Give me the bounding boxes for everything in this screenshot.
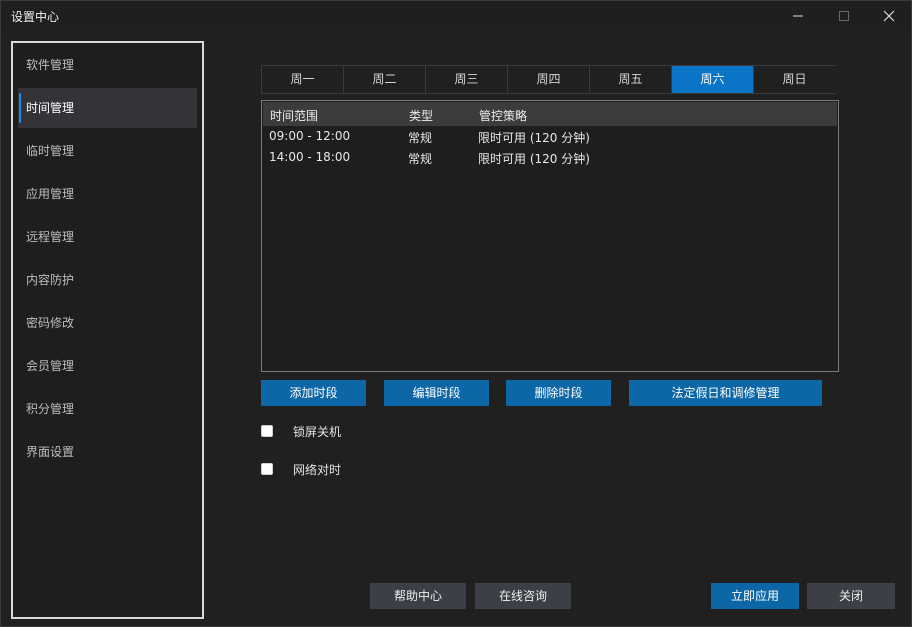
cell-time-range: 14:00 - 18:00 (269, 150, 351, 164)
online-consult-button[interactable]: 在线咨询 (475, 583, 571, 609)
lock-shutdown-option[interactable]: 锁屏关机 (261, 423, 341, 439)
add-slot-button[interactable]: 添加时段 (261, 380, 366, 406)
network-time-checkbox[interactable] (261, 463, 273, 475)
tab-tuesday[interactable]: 周二 (343, 66, 425, 93)
table-row[interactable]: 09:00 - 12:00 常规 限时可用 (120 分钟) (262, 126, 838, 147)
sidebar-item-label: 应用管理 (26, 187, 75, 201)
lock-shutdown-label: 锁屏关机 (293, 425, 342, 439)
sidebar-item-label: 内容防护 (26, 273, 75, 287)
column-header-policy[interactable]: 管控策略 (479, 107, 527, 124)
close-button[interactable]: 关闭 (807, 583, 895, 609)
title-bar[interactable]: 设置中心 (1, 1, 911, 31)
tab-friday[interactable]: 周五 (589, 66, 671, 93)
sidebar-item-label: 积分管理 (26, 402, 75, 416)
close-window-button[interactable] (866, 1, 912, 31)
minimize-icon (793, 15, 803, 17)
sidebar-item-software[interactable]: 软件管理 (18, 45, 197, 85)
sidebar-item-label: 临时管理 (26, 144, 75, 158)
table-row[interactable]: 14:00 - 18:00 常规 限时可用 (120 分钟) (262, 147, 838, 168)
maximize-button[interactable] (821, 1, 867, 31)
sidebar-item-label: 会员管理 (26, 359, 75, 373)
tab-saturday[interactable]: 周六 (671, 66, 753, 93)
weekday-tabs: 周一 周二 周三 周四 周五 周六 周日 (261, 65, 836, 94)
sidebar-item-label: 密码修改 (26, 316, 75, 330)
sidebar-item-label: 界面设置 (26, 445, 75, 459)
network-time-option[interactable]: 网络对时 (261, 461, 341, 477)
tab-sunday[interactable]: 周日 (753, 66, 835, 93)
tab-thursday[interactable]: 周四 (507, 66, 589, 93)
lock-shutdown-checkbox[interactable] (261, 425, 273, 437)
time-slot-table: 时间范围 类型 管控策略 09:00 - 12:00 常规 限时可用 (120 … (261, 100, 839, 372)
cell-policy: 限时可用 (120 分钟) (478, 152, 590, 166)
delete-slot-button[interactable]: 删除时段 (506, 380, 611, 406)
cell-policy: 限时可用 (120 分钟) (478, 131, 590, 145)
sidebar-item-apps[interactable]: 应用管理 (18, 174, 197, 214)
sidebar-item-interface[interactable]: 界面设置 (18, 432, 197, 472)
minimize-button[interactable] (775, 1, 821, 31)
maximize-icon (839, 11, 849, 21)
sidebar-item-label: 软件管理 (26, 58, 75, 72)
sidebar-item-points[interactable]: 积分管理 (18, 389, 197, 429)
window-title: 设置中心 (11, 10, 60, 24)
column-header-time-range[interactable]: 时间范围 (270, 107, 318, 124)
settings-window: 设置中心 软件管理 时间管理 临时管理 应用管理 远程管理 内容防护 密码修改 … (0, 0, 912, 627)
apply-now-button[interactable]: 立即应用 (711, 583, 799, 609)
sidebar-item-content-protection[interactable]: 内容防护 (18, 260, 197, 300)
sidebar-item-time[interactable]: 时间管理 (18, 88, 197, 128)
cell-time-range: 09:00 - 12:00 (269, 129, 351, 143)
sidebar-item-password[interactable]: 密码修改 (18, 303, 197, 343)
sidebar-item-remote[interactable]: 远程管理 (18, 217, 197, 257)
column-header-type[interactable]: 类型 (409, 107, 433, 124)
help-center-button[interactable]: 帮助中心 (370, 583, 466, 609)
close-icon (883, 10, 895, 22)
sidebar-item-temporary[interactable]: 临时管理 (18, 131, 197, 171)
tab-wednesday[interactable]: 周三 (425, 66, 507, 93)
table-header: 时间范围 类型 管控策略 (263, 102, 837, 126)
edit-slot-button[interactable]: 编辑时段 (384, 380, 489, 406)
sidebar: 软件管理 时间管理 临时管理 应用管理 远程管理 内容防护 密码修改 会员管理 … (11, 41, 204, 619)
sidebar-item-label: 远程管理 (26, 230, 75, 244)
cell-type: 常规 (408, 152, 433, 166)
sidebar-item-membership[interactable]: 会员管理 (18, 346, 197, 386)
tab-monday[interactable]: 周一 (261, 66, 343, 93)
holiday-management-button[interactable]: 法定假日和调修管理 (629, 380, 822, 406)
network-time-label: 网络对时 (293, 463, 342, 477)
sidebar-item-label: 时间管理 (26, 101, 75, 115)
cell-type: 常规 (408, 131, 433, 145)
